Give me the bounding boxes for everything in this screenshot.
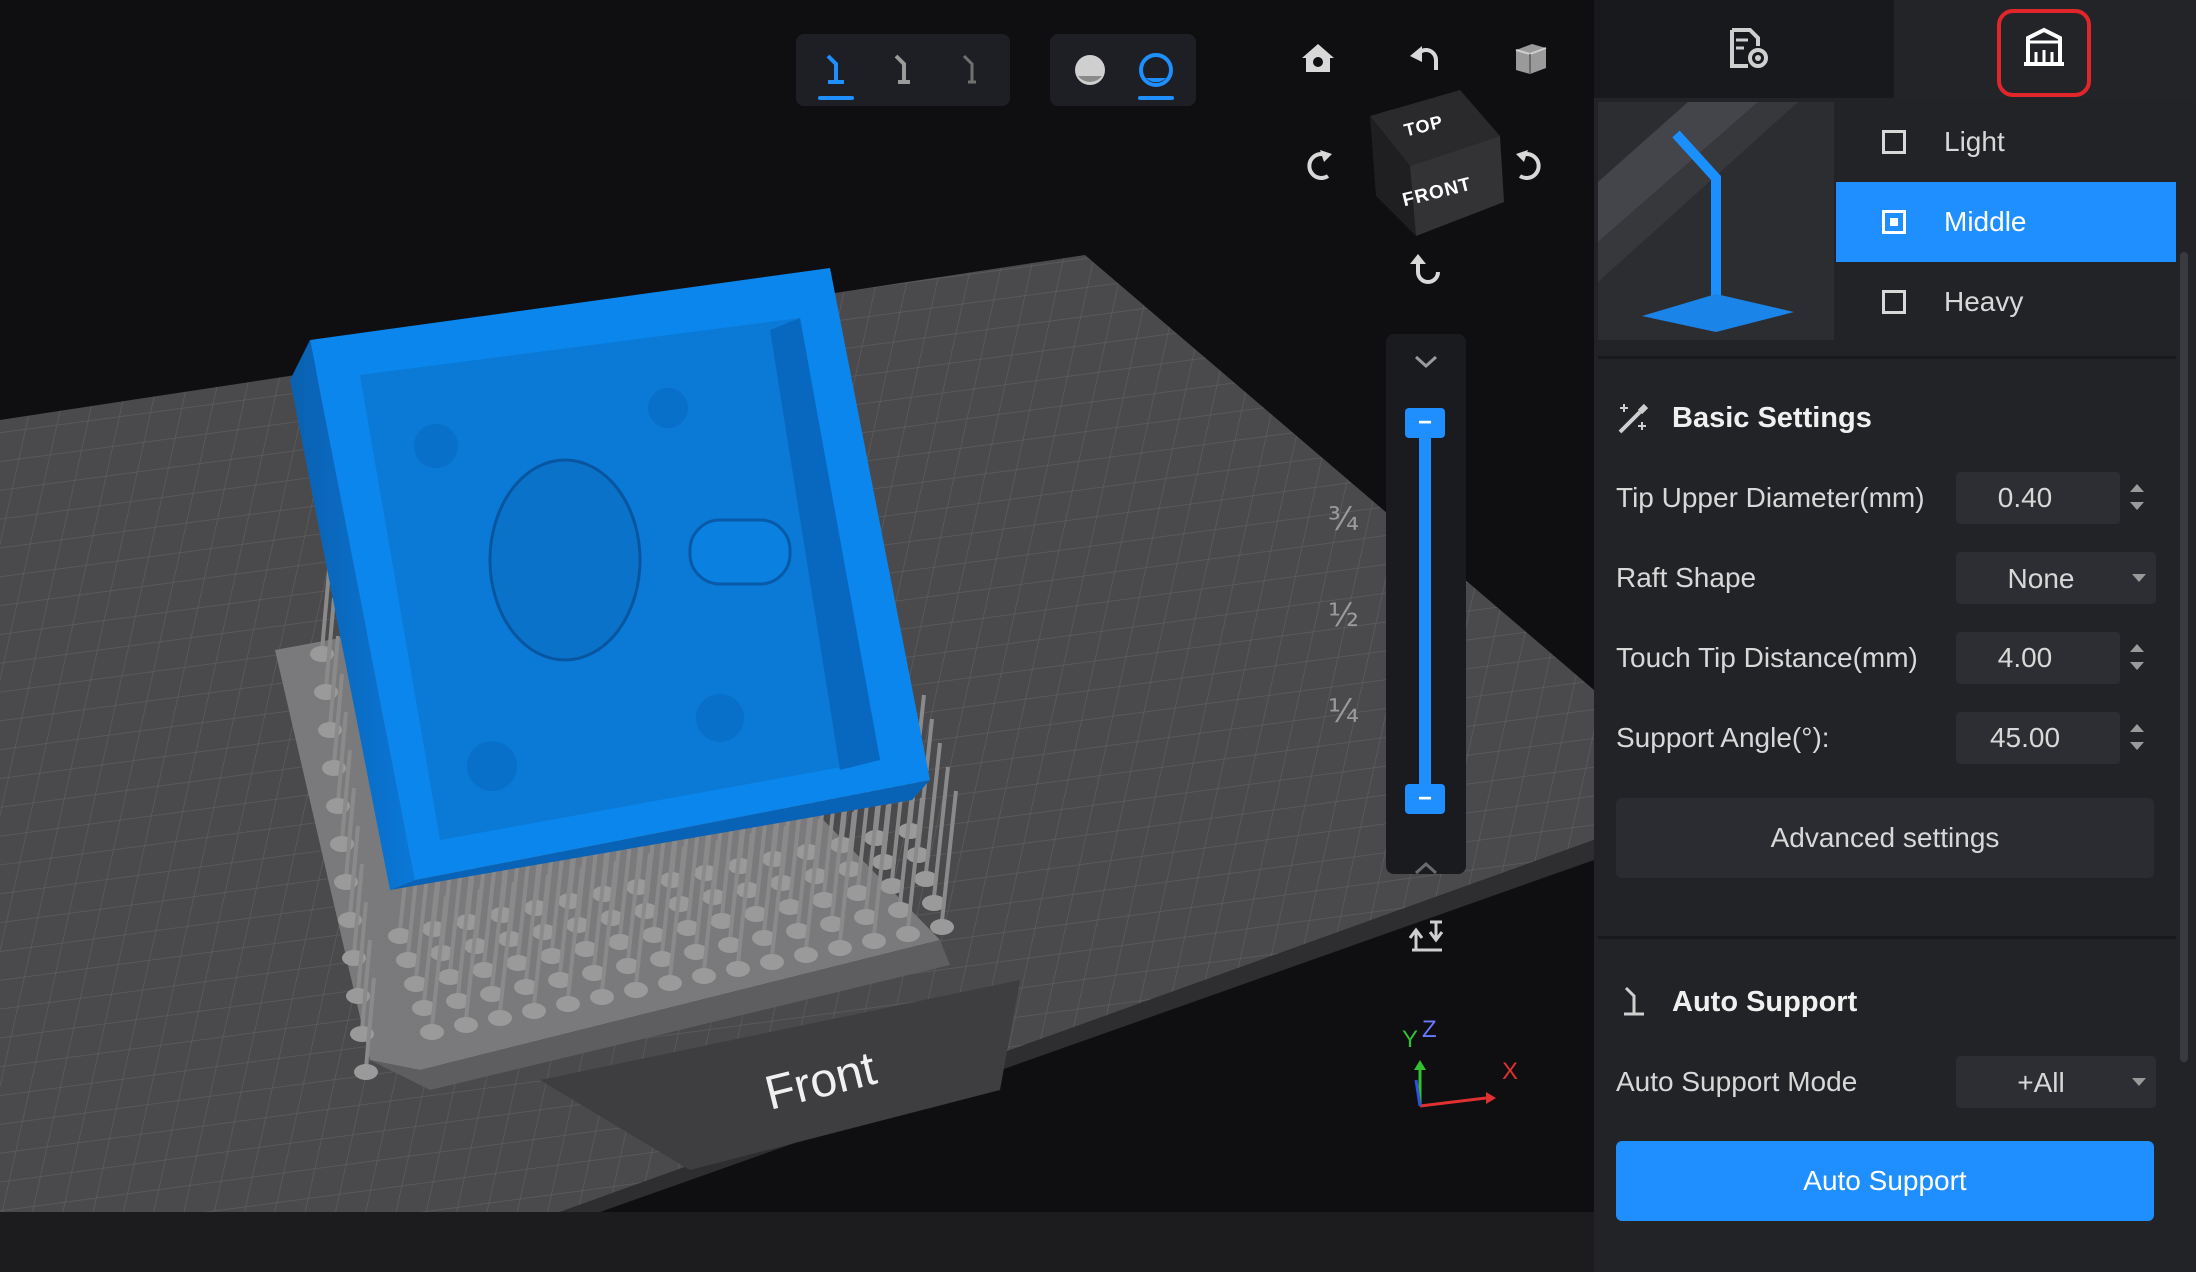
view-mode-toolbar [1050, 34, 1196, 106]
support-foot [896, 926, 920, 942]
support-density-toolbar [796, 34, 1010, 106]
support-foot [354, 1064, 378, 1080]
raft-shape-select[interactable]: None [1956, 552, 2156, 604]
home-icon[interactable] [1290, 30, 1346, 86]
3d-viewport[interactable]: Front TOP FRONT − − ¾ ½ ¼ Y Z X [0, 0, 1594, 1212]
density-option-middle[interactable]: Middle [1836, 182, 2176, 262]
support-density-3-icon[interactable] [944, 44, 1000, 96]
file-settings-icon[interactable] [1720, 20, 1776, 76]
support-angle-input[interactable]: 45.00 [1956, 712, 2120, 764]
support-foot [930, 919, 954, 935]
xray-view-icon[interactable] [1128, 44, 1184, 100]
model-sphere [467, 741, 517, 791]
model-cylinder [688, 518, 792, 586]
axis-y-label: Y [1402, 1026, 1419, 1053]
fraction-quarter: ¼ [1328, 692, 1360, 730]
support-icon [1606, 974, 1662, 1030]
chevron-up-icon[interactable] [1398, 840, 1454, 896]
active-tab-highlight [1997, 9, 2091, 97]
support-foot [692, 968, 716, 984]
rotate-left-icon[interactable] [1398, 30, 1454, 86]
tip-upper-diameter-stepper[interactable] [2120, 472, 2156, 524]
density-label: Heavy [1944, 286, 2024, 317]
layer-height-icon[interactable] [1398, 908, 1454, 964]
chevron-down-icon [2132, 574, 2146, 582]
support-foot [726, 961, 750, 977]
axis-gizmo: Y Z X [1396, 1016, 1519, 1116]
support-density-2-icon[interactable] [876, 44, 932, 96]
basic-settings-title: Basic Settings [1672, 402, 1872, 434]
fraction-half: ½ [1328, 596, 1360, 634]
raft-shape-value: None [2007, 563, 2075, 594]
layer-slider-upper-handle[interactable]: − [1405, 408, 1445, 438]
support-foot [828, 940, 852, 956]
density-label: Middle [1944, 206, 2027, 237]
density-label: Light [1944, 126, 2005, 157]
support-foot [522, 1003, 546, 1019]
view-cube[interactable]: TOP FRONT [1360, 86, 1510, 236]
density-option-heavy[interactable]: Heavy [1836, 262, 2176, 342]
checkbox[interactable] [1882, 210, 1906, 234]
axis-z-label: Z [1422, 1016, 1437, 1043]
support-foot [590, 989, 614, 1005]
rotate-cw-icon[interactable] [1502, 138, 1558, 194]
fraction-three-quarters: ¾ [1328, 500, 1360, 538]
support-foot [624, 982, 648, 998]
auto-support-mode-label: Auto Support Mode [1616, 1066, 1858, 1097]
panel-scrollbar[interactable] [2180, 252, 2188, 1062]
touch-tip-distance-stepper[interactable] [2120, 632, 2156, 684]
model-sphere [696, 694, 744, 742]
checkbox[interactable] [1882, 290, 1906, 314]
axis-x-label: X [1502, 1058, 1519, 1085]
support-foot [556, 996, 580, 1012]
section-divider [1598, 936, 2176, 939]
support-foot [488, 1010, 512, 1026]
auto-support-button[interactable]: Auto Support [1616, 1141, 2154, 1221]
auto-support-mode-value: +All [2017, 1067, 2065, 1098]
touch-tip-distance-label: Touch Tip Distance(mm) [1616, 642, 1918, 673]
auto-support-title: Auto Support [1672, 986, 1858, 1018]
support-angle-label: Support Angle(°): [1616, 722, 1830, 753]
support-foot [454, 1017, 478, 1033]
auto-support-mode-select[interactable]: +All [1956, 1056, 2156, 1108]
checkbox[interactable] [1882, 130, 1906, 154]
raft-shape-label: Raft Shape [1616, 562, 1757, 593]
model-sphere [414, 424, 458, 468]
status-bar [0, 1212, 1594, 1272]
support-density-1-icon[interactable] [808, 44, 864, 100]
section-divider [1598, 356, 2176, 359]
layer-slider-track[interactable] [1419, 420, 1431, 800]
density-option-light[interactable]: Light [1836, 102, 2176, 182]
support-angle-stepper[interactable] [2120, 712, 2156, 764]
touch-tip-distance-input[interactable]: 4.00 [1956, 632, 2120, 684]
support-foot [862, 933, 886, 949]
tip-upper-diameter-label: Tip Upper Diameter(mm) [1616, 482, 1925, 513]
support-foot [794, 947, 818, 963]
support-foot [658, 975, 682, 991]
solid-view-icon[interactable] [1062, 44, 1118, 96]
support-foot [420, 1024, 444, 1040]
chevron-down-icon[interactable] [1398, 334, 1454, 390]
advanced-settings-button[interactable]: Advanced settings [1616, 798, 2154, 878]
layer-slider-lower-handle[interactable]: − [1405, 784, 1445, 814]
rotate-down-icon[interactable] [1398, 242, 1454, 298]
support-foot [760, 954, 784, 970]
tip-upper-diameter-input[interactable]: 0.40 [1956, 472, 2120, 524]
chevron-down-icon [2132, 1078, 2146, 1086]
support-preview [1598, 102, 1834, 340]
cube-view-icon[interactable] [1502, 30, 1558, 86]
magic-wand-icon [1606, 390, 1662, 446]
rotate-ccw-icon[interactable] [1290, 138, 1346, 194]
model-sphere [648, 388, 688, 428]
model-dome [488, 458, 642, 662]
